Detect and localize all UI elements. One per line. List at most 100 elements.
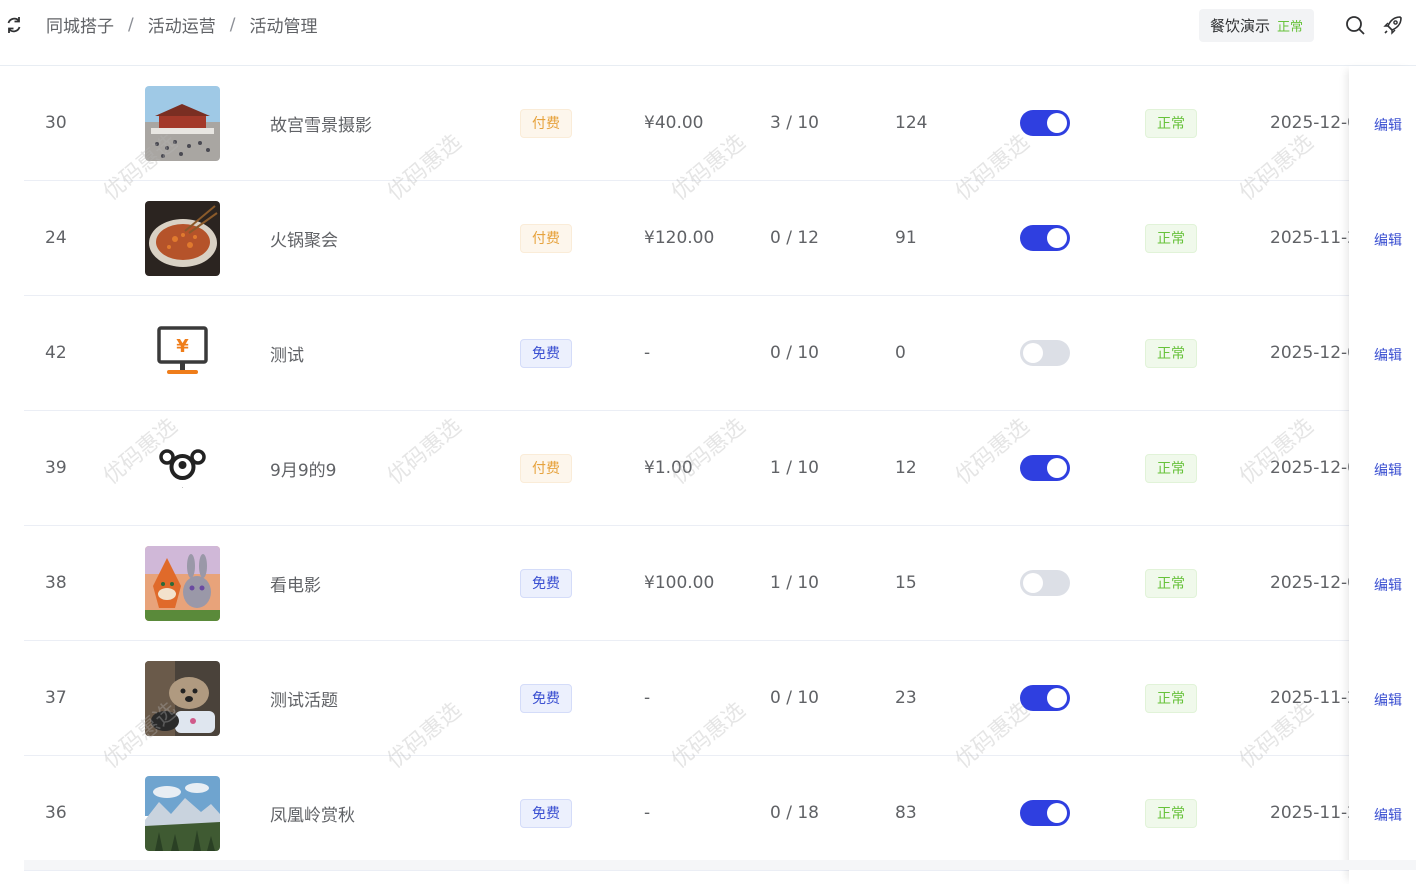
table-row: 39 · 9月9的9 付费 ¥1.00 1 / 10 12 正常 2025-12-0 [24,411,1416,526]
enable-toggle[interactable] [1020,225,1070,251]
cell-price: - [644,688,651,708]
cell-status: 正常 [1145,66,1197,180]
cover-image[interactable] [145,545,220,621]
table-row: 38 看电影 免费 ¥100.00 1 / 10 15 正常 2025-12-0 [24,526,1416,641]
breadcrumb-item-level2[interactable]: 活动运营 [148,12,216,37]
rocket-icon[interactable] [1382,14,1404,36]
cell-enabled [1020,296,1070,410]
cell-price: ¥120.00 [644,228,715,248]
cell-id: 24 [45,228,67,248]
cell-views: 83 [895,803,917,823]
refresh-icon[interactable] [4,15,24,35]
cell-date: 2025-12-0 [1270,343,1350,363]
cell-id: 36 [45,803,67,823]
enable-toggle[interactable] [1020,455,1070,481]
cover-image[interactable] [145,85,220,161]
cell-cover: · [145,411,220,525]
fee-tag: 付费 [520,108,572,138]
cell-fee-type: 免费 [520,756,572,870]
edit-link[interactable]: 编辑 [1374,345,1402,365]
fee-tag: 免费 [520,683,572,713]
cell-views: 91 [895,228,917,248]
search-icon[interactable] [1344,14,1366,36]
horizontal-scrollbar[interactable] [24,860,1416,870]
toggle-knob [1023,343,1043,363]
toggle-knob [1047,688,1067,708]
status-badge: 正常 [1145,453,1197,483]
cell-cover [145,181,220,295]
table-row: 42 ¥ 测试 免费 - 0 / 10 0 正常 2025-12-0 [24,296,1416,411]
status-badge: 正常 [1145,568,1197,598]
cell-date: 2025-11-2 [1270,803,1350,823]
fee-tag: 免费 [520,798,572,828]
cell-activity-name: 看电影 [270,575,321,596]
cell-cover: ¥ [145,296,220,410]
cell-price: - [644,343,651,363]
cell-fee-type: 免费 [520,526,572,640]
cell-price: - [644,803,651,823]
cell-enabled [1020,756,1070,870]
table-row: 24 火锅聚会 付费 ¥120.00 0 / 12 91 正常 2025-11-2 [24,181,1416,296]
cell-id: 38 [45,573,67,593]
cell-fee-type: 付费 [520,411,572,525]
cover-image[interactable]: · [145,430,220,506]
cell-date: 2025-11-2 [1270,228,1350,248]
enable-toggle[interactable] [1020,340,1070,366]
cell-date: 2025-12-0 [1270,458,1350,478]
cover-image[interactable] [145,200,220,276]
status-badge: 正常 [1145,798,1197,828]
cell-activity-name: 火锅聚会 [270,230,338,251]
edit-link[interactable]: 编辑 [1374,575,1402,595]
cell-activity-name: 凤凰岭赏秋 [270,805,355,826]
cell-status: 正常 [1145,641,1197,755]
toggle-knob [1047,458,1067,478]
breadcrumb: 同城搭子 / 活动运营 / 活动管理 [46,12,317,38]
status-badge: 正常 [1145,683,1197,713]
cell-quota: 0 / 10 [770,343,819,363]
activity-table: 30 故宫雪景摄影 付费 ¥40.00 3 / 10 124 正常 2025-12-0 24 火锅… [24,66,1416,884]
toggle-knob [1023,573,1043,593]
cell-enabled [1020,66,1070,180]
cell-cover [145,756,220,870]
enable-toggle[interactable] [1020,110,1070,136]
enable-toggle[interactable] [1020,685,1070,711]
fee-tag: 付费 [520,453,572,483]
breadcrumb-separator: / [128,14,134,35]
fixed-action-column: 编辑 编辑 编辑 编辑 编辑 编辑 编辑 [1349,66,1416,884]
cover-image[interactable] [145,775,220,851]
cell-price: ¥100.00 [644,573,715,593]
fee-tag: 免费 [520,338,572,368]
cell-fee-type: 付费 [520,66,572,180]
enable-toggle[interactable] [1020,800,1070,826]
cell-cover [145,641,220,755]
cover-image[interactable] [145,660,220,736]
breadcrumb-item-level1[interactable]: 同城搭子 [46,12,114,37]
cell-status: 正常 [1145,526,1197,640]
cell-enabled [1020,641,1070,755]
enable-toggle[interactable] [1020,570,1070,596]
top-navbar: 同城搭子 / 活动运营 / 活动管理 餐饮演示 正常 [0,0,1416,66]
toggle-knob [1047,113,1067,133]
cell-views: 15 [895,573,917,593]
cover-image[interactable]: ¥ [145,315,220,391]
cell-quota: 1 / 10 [770,573,819,593]
cell-status: 正常 [1145,756,1197,870]
edit-link[interactable]: 编辑 [1374,230,1402,250]
edit-link[interactable]: 编辑 [1374,690,1402,710]
cell-status: 正常 [1145,411,1197,525]
store-switcher[interactable]: 餐饮演示 正常 [1199,9,1315,42]
cell-activity-name: 9月9的9 [270,460,337,481]
toggle-knob [1047,228,1067,248]
edit-link[interactable]: 编辑 [1374,460,1402,480]
cell-enabled [1020,181,1070,295]
cell-fee-type: 免费 [520,296,572,410]
cell-activity-name: 故宫雪景摄影 [270,115,372,136]
edit-link[interactable]: 编辑 [1374,805,1402,825]
cell-fee-type: 免费 [520,641,572,755]
cell-id: 37 [45,688,67,708]
edit-link[interactable]: 编辑 [1374,115,1402,135]
cell-price: ¥1.00 [644,458,693,478]
cell-activity-name: 测试活题 [270,690,338,711]
store-name: 餐饮演示 [1210,17,1271,35]
status-badge: 正常 [1145,108,1197,138]
